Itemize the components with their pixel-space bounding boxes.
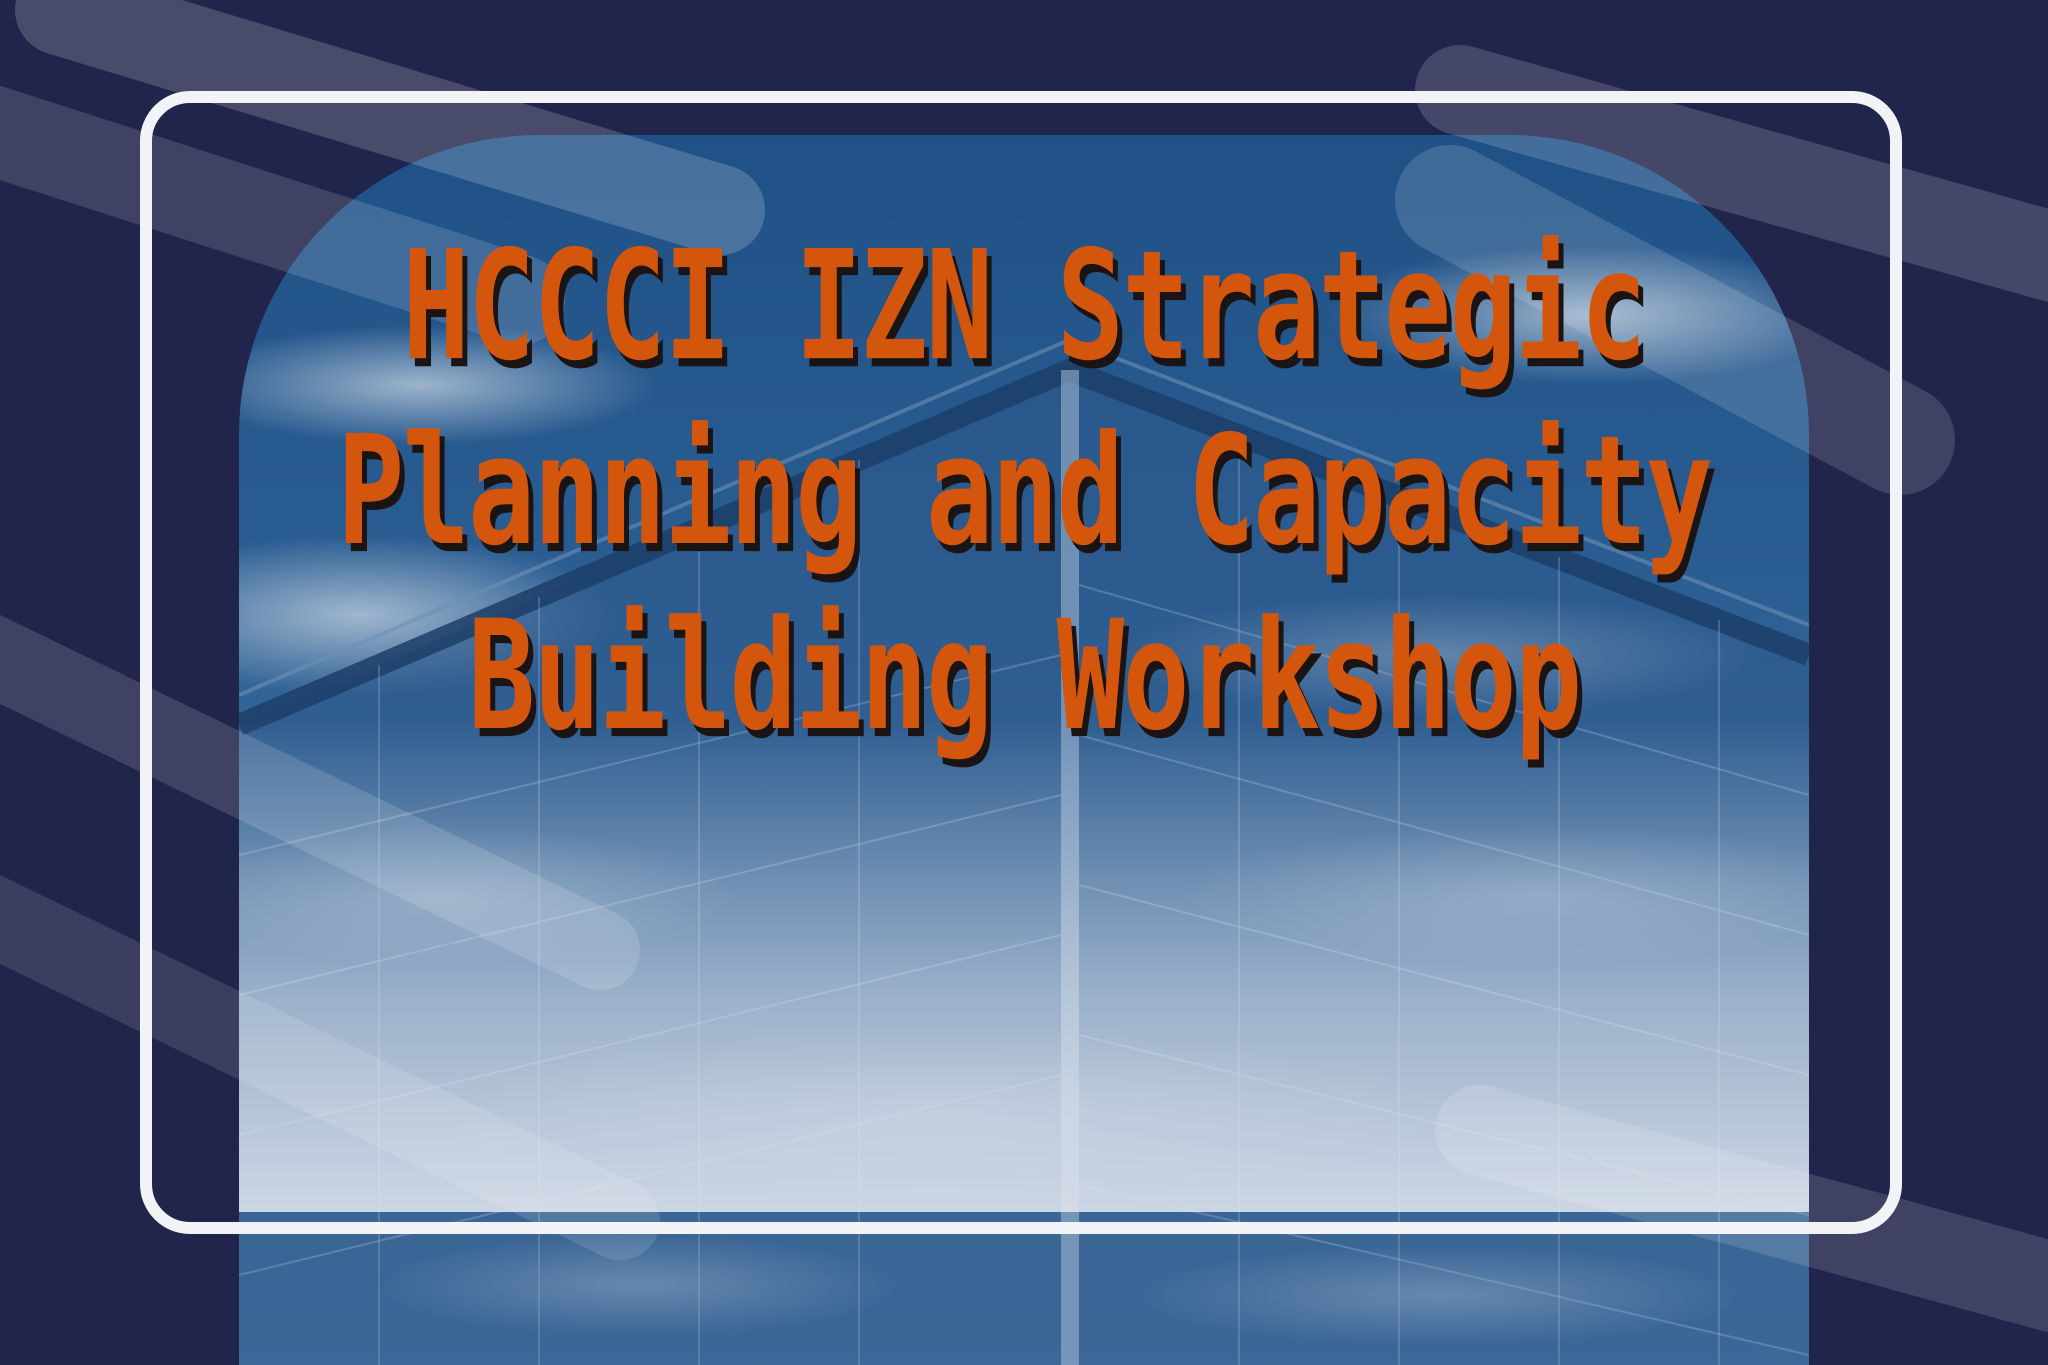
poster-title: HCCCI IZN Strategic Planning and Capacit…	[336, 219, 1713, 765]
poster: HCCCI IZN Strategic Planning and Capacit…	[0, 0, 2048, 1365]
